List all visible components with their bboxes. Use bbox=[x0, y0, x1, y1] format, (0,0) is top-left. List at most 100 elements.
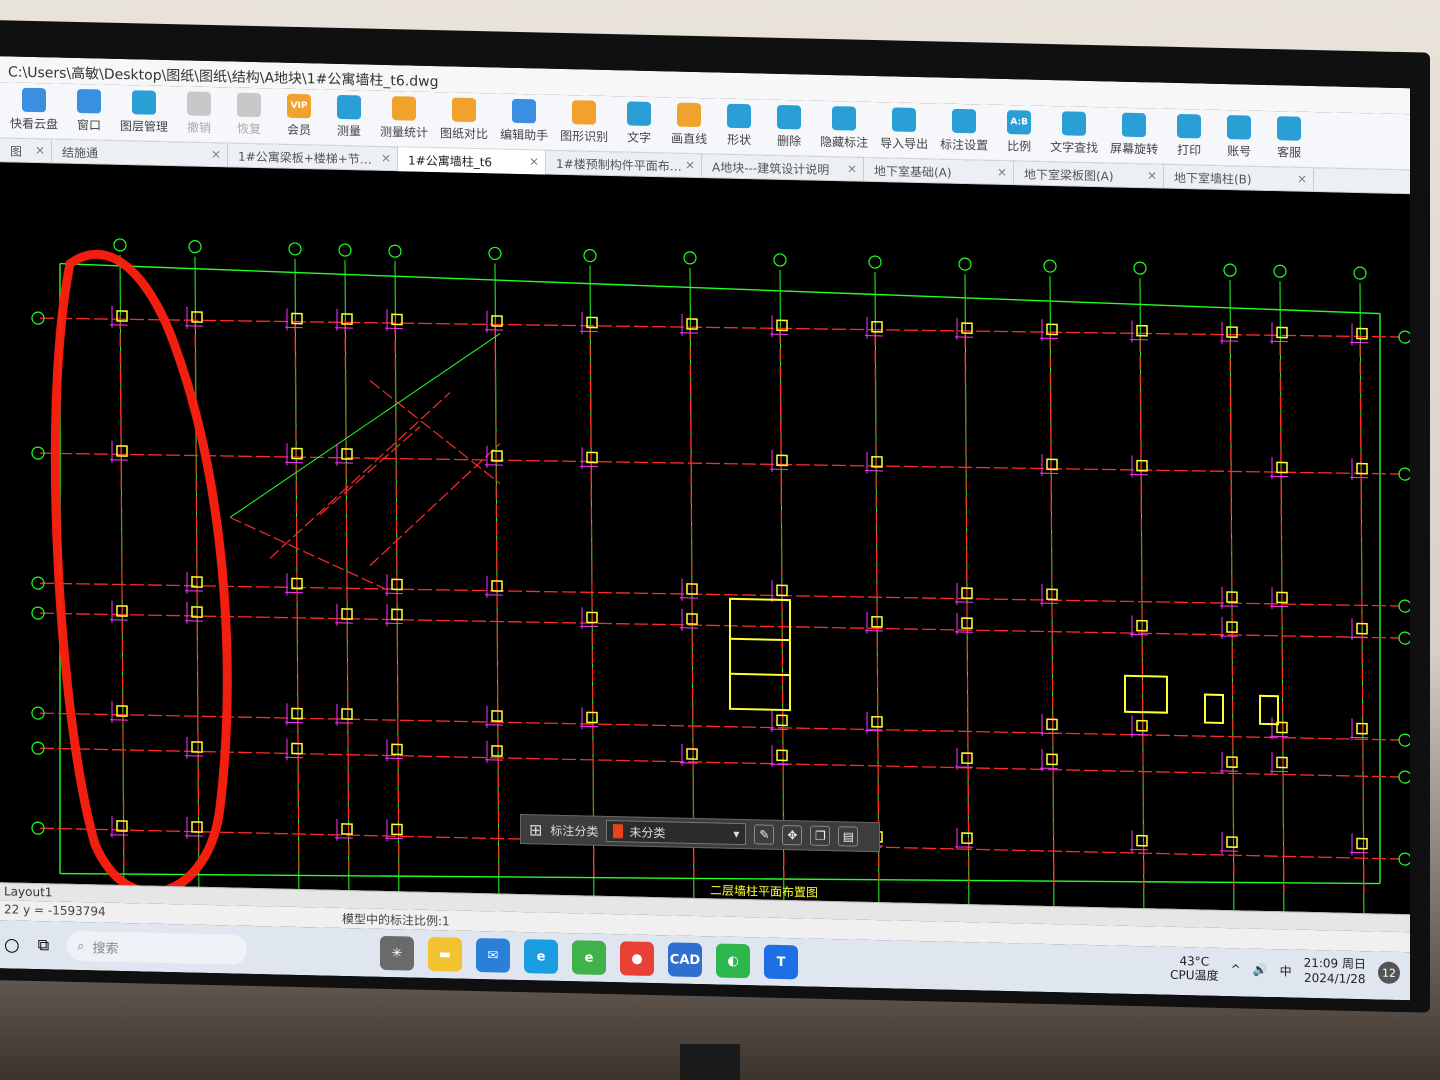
cpu-temp[interactable]: 43°C CPU温度 bbox=[1170, 954, 1218, 983]
axis-bubble bbox=[1133, 261, 1147, 275]
close-icon[interactable]: × bbox=[685, 158, 695, 172]
chrome-icon[interactable]: ● bbox=[620, 941, 654, 977]
toolbar-button-16[interactable]: 导入导出 bbox=[876, 107, 932, 152]
toolbar-button-0[interactable]: 快看云盘 bbox=[6, 87, 62, 132]
toolbar-button-13[interactable]: 形状 bbox=[716, 103, 762, 148]
column-mark bbox=[491, 710, 503, 722]
toolbar-button-9[interactable]: 编辑助手 bbox=[496, 98, 552, 143]
core-wall bbox=[1204, 693, 1224, 725]
task-view-icon[interactable]: ⧉ bbox=[38, 935, 49, 955]
axis-bubble bbox=[338, 243, 352, 257]
core-wall bbox=[729, 597, 791, 712]
grid-icon[interactable]: ⊞ bbox=[529, 820, 542, 839]
edge-icon[interactable]: e bbox=[524, 939, 558, 974]
axis-bubble bbox=[583, 249, 597, 263]
notification-badge[interactable]: 12 bbox=[1378, 961, 1400, 984]
clock[interactable]: 21:09 周日 2024/1/28 bbox=[1304, 956, 1366, 987]
axis-bubble bbox=[773, 253, 787, 267]
start-icon[interactable]: ○ bbox=[4, 934, 20, 955]
shape-icon bbox=[727, 103, 752, 129]
axis-line bbox=[229, 333, 501, 518]
tencent-meeting-icon[interactable]: T bbox=[764, 944, 798, 980]
chevron-up-icon[interactable]: ^ bbox=[1231, 962, 1241, 976]
system-tray: 43°C CPU温度 ^ 🔊 中 21:09 周日 2024/1/28 12 bbox=[1170, 953, 1400, 988]
axis-bubble bbox=[1398, 770, 1410, 784]
toolbar-button-label: 会员 bbox=[287, 122, 312, 138]
toolbar-button-8[interactable]: 图纸对比 bbox=[436, 97, 492, 142]
axis-bubble bbox=[113, 238, 127, 252]
column-mark bbox=[1046, 718, 1058, 731]
coordinate-readout: 22 y = -1593794 bbox=[4, 902, 106, 919]
monitor-stand bbox=[680, 1044, 740, 1080]
toolbar-button-18[interactable]: A:B 比例 bbox=[996, 110, 1042, 155]
toolbar-button-15[interactable]: 隐藏标注 bbox=[816, 106, 872, 151]
browser-360-icon[interactable]: e bbox=[572, 940, 606, 975]
close-icon[interactable]: × bbox=[529, 154, 539, 168]
file-explorer-icon[interactable]: ▬ bbox=[428, 936, 462, 972]
document-tab[interactable]: 地下室基础(A) × bbox=[864, 157, 1014, 186]
toolbar-button-10[interactable]: 图形识别 bbox=[556, 100, 612, 145]
document-tab[interactable]: 地下室梁板图(A) × bbox=[1014, 161, 1164, 189]
document-tab[interactable]: 1#楼预制构件平面布… × bbox=[546, 150, 702, 179]
toolbar-button-label: 测量 bbox=[337, 123, 362, 139]
close-icon[interactable]: × bbox=[1147, 168, 1157, 182]
hide-annotation-icon bbox=[832, 106, 857, 131]
close-icon[interactable]: × bbox=[997, 165, 1007, 179]
document-tab[interactable]: 地下室墙柱(B) × bbox=[1164, 164, 1314, 193]
toolbar-button-label: 账号 bbox=[1227, 144, 1252, 159]
toolbar-button-2[interactable]: 图层管理 bbox=[116, 90, 172, 135]
tab-label: 1#公寓梁板+楼梯+节… bbox=[238, 149, 372, 167]
toolbar-button-6[interactable]: 测量 bbox=[326, 94, 372, 140]
cad-drawing[interactable]: 二层墙柱平面布置图 bbox=[0, 162, 1410, 915]
toolbar-button-14[interactable]: 删除 bbox=[766, 104, 812, 150]
toolbar-button-20[interactable]: 屏幕旋转 bbox=[1106, 112, 1162, 157]
close-icon[interactable]: × bbox=[1297, 172, 1307, 186]
toolbar-button-1[interactable]: 窗口 bbox=[66, 88, 112, 134]
close-icon[interactable]: × bbox=[35, 143, 45, 157]
toolbar-button-label: 恢复 bbox=[237, 121, 262, 137]
volume-icon[interactable]: 🔊 bbox=[1253, 963, 1268, 977]
taskbar-search[interactable]: ⌕ 搜索 bbox=[67, 930, 248, 965]
toolbar-button-17[interactable]: 标注设置 bbox=[936, 108, 992, 153]
close-icon[interactable]: × bbox=[381, 151, 391, 165]
copilot-icon[interactable]: ✳ bbox=[380, 935, 414, 971]
copy-icon[interactable]: ❐ bbox=[810, 825, 831, 847]
document-tab[interactable]: A地块---建筑设计说明 × bbox=[702, 154, 864, 182]
cad-app-icon[interactable]: CAD bbox=[668, 942, 702, 978]
toolbar-button-label: 撤销 bbox=[187, 120, 212, 136]
column-mark bbox=[1356, 327, 1368, 340]
ime-indicator[interactable]: 中 bbox=[1280, 962, 1292, 979]
move-icon[interactable]: ✥ bbox=[782, 824, 803, 846]
toolbar-button-5[interactable]: VIP 会员 bbox=[276, 93, 322, 138]
column-mark bbox=[391, 743, 403, 756]
toolbar-button-11[interactable]: 文字 bbox=[616, 101, 662, 146]
paste-icon[interactable]: ▤ bbox=[838, 826, 859, 847]
toolbar-button-21[interactable]: 打印 bbox=[1166, 113, 1212, 159]
column-mark bbox=[686, 748, 698, 760]
toolbar-button-4[interactable]: 恢复 bbox=[226, 92, 272, 137]
category-select[interactable]: 未分类 ▾ bbox=[606, 819, 747, 846]
account-icon bbox=[1227, 115, 1252, 140]
toolbar-button-23[interactable]: 客服 bbox=[1266, 116, 1312, 161]
toolbar-button-7[interactable]: 测量统计 bbox=[376, 96, 432, 141]
toolbar-button-3[interactable]: 撤销 bbox=[176, 91, 222, 136]
column-mark bbox=[1136, 459, 1148, 472]
mail-icon[interactable]: ✉ bbox=[476, 938, 510, 973]
document-tab[interactable]: 1#公寓墙柱_t6 × bbox=[398, 147, 546, 175]
close-icon[interactable]: × bbox=[211, 147, 221, 161]
column-mark bbox=[291, 707, 303, 720]
document-tab[interactable]: 图 × bbox=[0, 138, 52, 164]
drawing-canvas[interactable]: 二层墙柱平面布置图 bbox=[0, 162, 1410, 915]
axis-bubble bbox=[683, 251, 697, 265]
edit-icon[interactable]: ✎ bbox=[754, 824, 775, 845]
close-icon[interactable]: × bbox=[847, 161, 857, 175]
toolbar-button-12[interactable]: 画直线 bbox=[666, 102, 712, 147]
toolbar-button-19[interactable]: 文字查找 bbox=[1046, 111, 1102, 156]
column-mark bbox=[1356, 462, 1368, 475]
layout-tab[interactable]: Layout1 bbox=[4, 884, 52, 899]
text-icon bbox=[627, 101, 652, 127]
toolbar-button-22[interactable]: 账号 bbox=[1216, 115, 1262, 160]
column-mark bbox=[1046, 753, 1058, 766]
scale-icon: A:B bbox=[1007, 110, 1032, 135]
wechat-icon[interactable]: ◐ bbox=[716, 943, 750, 979]
